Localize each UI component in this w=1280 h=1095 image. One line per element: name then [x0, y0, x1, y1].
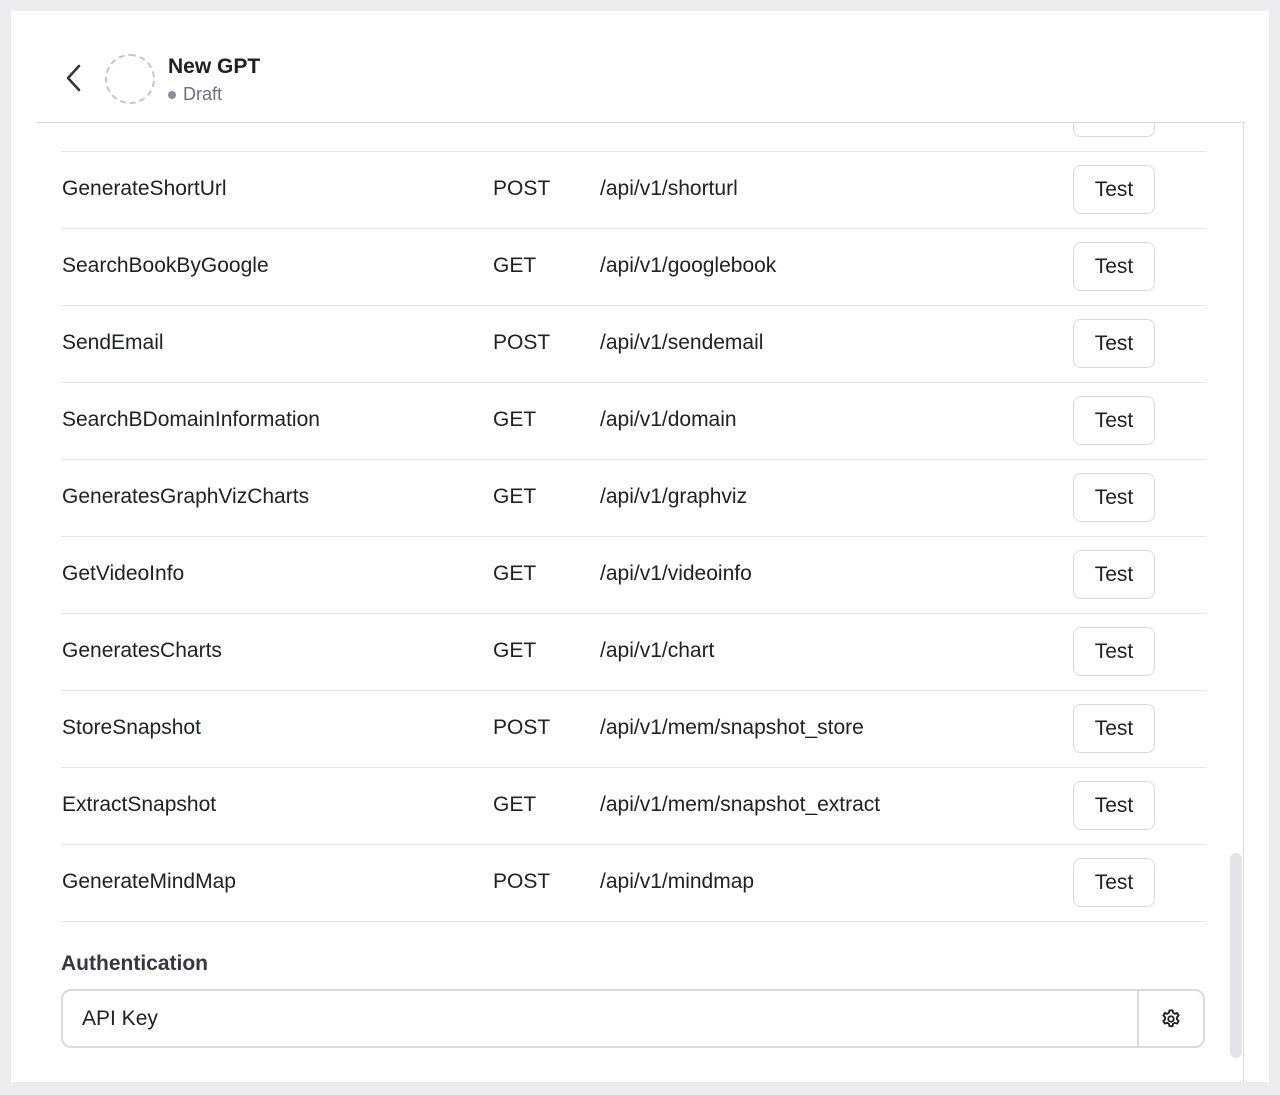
action-name: GeneratesCharts [62, 639, 222, 662]
action-row: SearchBDomainInformation GET/api/v1/domai… [61, 383, 1206, 460]
action-path: /api/v1/videoinfo [600, 562, 752, 585]
action-name: StoreSnapshot [62, 716, 201, 739]
test-button[interactable]: Test [1073, 165, 1155, 214]
action-path: /api/v1/graphviz [600, 485, 748, 508]
chevron-left-icon [66, 64, 81, 92]
action-method: GET [493, 254, 537, 277]
gpt-editor-panel: /api/v1/TestGenerateShortUrlPOST/api/v1/… [11, 11, 1269, 1082]
action-method: GET [493, 793, 537, 816]
action-row: ExtractSnapshot GET/api/v1/mem/snapshot_e… [61, 768, 1206, 845]
header-divider [36, 122, 1245, 123]
action-path: /api/v1/domain [600, 408, 737, 431]
action-name: GenerateMindMap [62, 870, 236, 893]
action-row: GenerateShortUrl POST/api/v1/shorturl Test [61, 152, 1206, 229]
test-button[interactable]: Test [1073, 473, 1155, 522]
action-method: GET [493, 562, 537, 585]
action-row: GetVideoInfo GET/api/v1/videoinfo Test [61, 537, 1206, 614]
action-path: /api/v1/chart [600, 639, 715, 662]
action-row: GeneratesGraphVizCharts GET/api/v1/graphv… [61, 460, 1206, 537]
status-label: Draft [183, 84, 223, 104]
gpt-title: New GPT [168, 55, 261, 78]
authentication-settings-button[interactable] [1137, 991, 1203, 1046]
authentication-value[interactable]: API Key [63, 991, 1137, 1046]
action-path: /api/v1/sendemail [600, 331, 764, 354]
action-path: /api/v1/googlebook [600, 254, 777, 277]
action-method: POST [493, 331, 551, 354]
test-button[interactable]: Test [1073, 704, 1155, 753]
action-row: StoreSnapshot POST/api/v1/mem/snapshot_st… [61, 691, 1206, 768]
header: New GPT Draft [11, 11, 1269, 123]
action-method: POST [493, 177, 551, 200]
action-name: SendEmail [62, 331, 164, 354]
action-method: GET [493, 639, 537, 662]
action-method: GET [493, 485, 537, 508]
back-button[interactable] [59, 61, 89, 95]
action-row: SearchBookByGoogle GET/api/v1/googlebook T… [61, 229, 1206, 306]
action-path: /api/v1/mem/snapshot_extract [600, 793, 881, 816]
action-name: GenerateShortUrl [62, 177, 227, 200]
action-method: POST [493, 870, 551, 893]
content-right-border [1243, 122, 1244, 1082]
test-button[interactable]: Test [1073, 396, 1155, 445]
action-name: SearchBDomainInformation [62, 408, 320, 431]
authentication-field[interactable]: API Key [61, 989, 1205, 1048]
action-name: SearchBookByGoogle [62, 254, 269, 277]
action-row: GeneratesCharts GET/api/v1/chart Test [61, 614, 1206, 691]
actions-scroll-area[interactable]: /api/v1/TestGenerateShortUrlPOST/api/v1/… [11, 11, 1269, 1082]
test-button[interactable]: Test [1073, 550, 1155, 599]
test-button[interactable]: Test [1073, 319, 1155, 368]
test-button[interactable]: Test [1073, 242, 1155, 291]
action-row: GenerateMindMap POST/api/v1/mindmap Test [61, 845, 1206, 922]
gpt-avatar-placeholder[interactable] [105, 54, 155, 104]
action-method: POST [493, 716, 551, 739]
gear-icon [1162, 1008, 1180, 1027]
scrollbar-thumb[interactable] [1230, 853, 1242, 1058]
test-button[interactable]: Test [1073, 627, 1155, 676]
action-path: /api/v1/shorturl [600, 177, 738, 200]
status-dot [168, 90, 176, 99]
action-row: SendEmail POST/api/v1/sendemail Test [61, 306, 1206, 383]
action-path: /api/v1/mem/snapshot_store [600, 716, 864, 739]
gpt-status: Draft [168, 84, 222, 105]
action-method: GET [493, 408, 537, 431]
action-name: ExtractSnapshot [62, 793, 217, 816]
action-name: GeneratesGraphVizCharts [62, 485, 310, 508]
authentication-label: Authentication [61, 952, 208, 975]
test-button[interactable]: Test [1073, 781, 1155, 830]
action-name: GetVideoInfo [62, 562, 185, 585]
test-button[interactable]: Test [1073, 858, 1155, 907]
action-path: /api/v1/mindmap [600, 870, 755, 893]
